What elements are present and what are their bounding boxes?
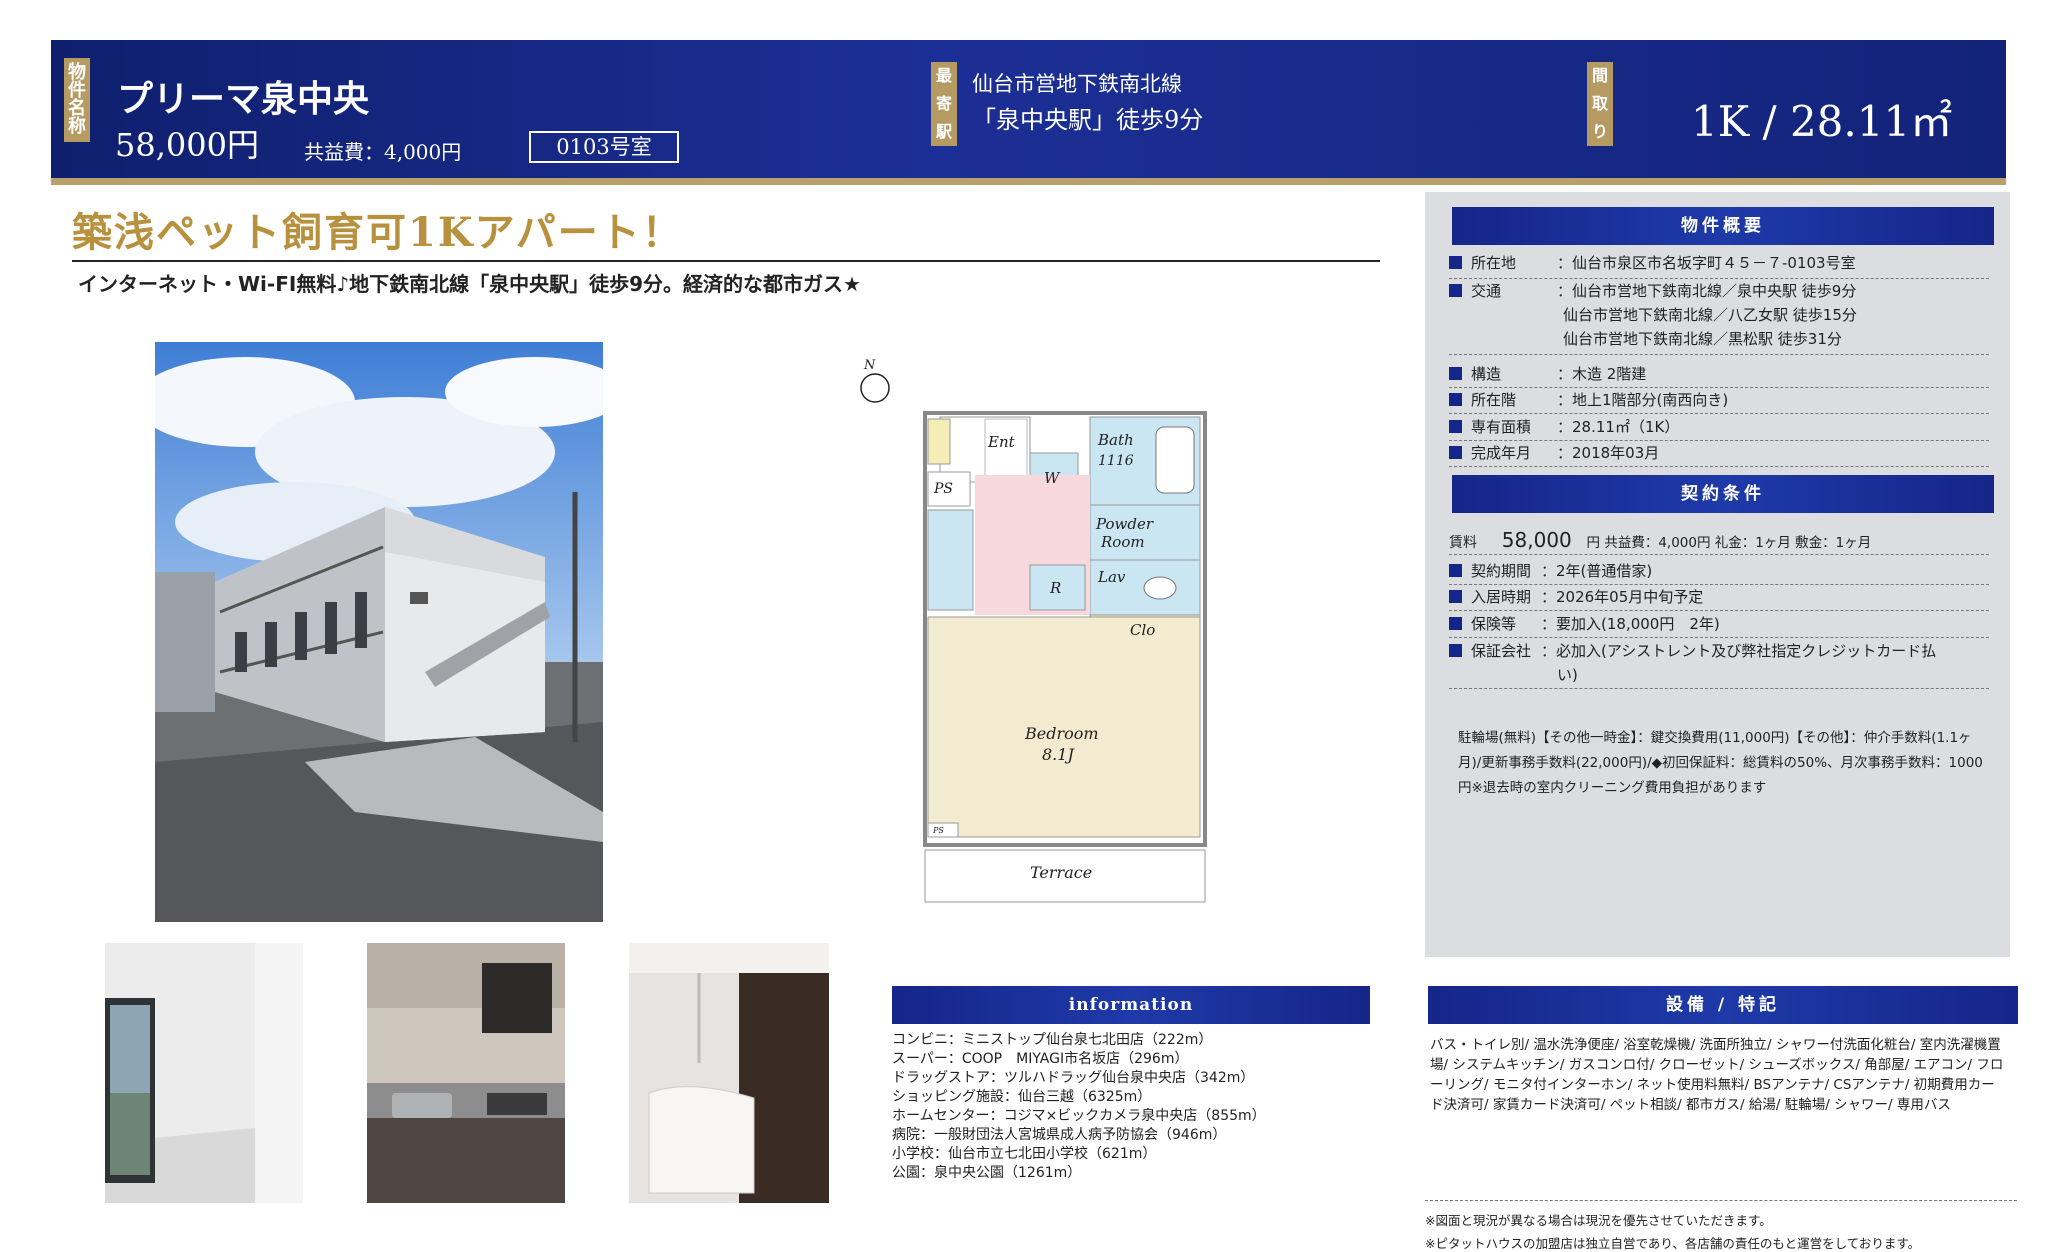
fp-ps-small: PS: [932, 826, 944, 835]
bullet-icon: [1449, 367, 1462, 380]
features-title: 設備 / 特記: [1428, 986, 2018, 1024]
fp-terrace: Terrace: [1030, 863, 1092, 882]
list-item: ショッピング施設：仙台三越（6325m）: [892, 1089, 1152, 1105]
line-name: 仙台市営地下鉄南北線: [972, 72, 1182, 96]
contract-row: 契約期間 ：2年(普通借家): [1449, 560, 1989, 585]
features-text: バス・トイレ別/ 温水洗浄便座/ 浴室乾燥機/ 洗面所独立/ シャワー付洗面化粧…: [1430, 1037, 2004, 1113]
name-tag: 物件名称: [64, 58, 90, 142]
fp-ent: Ent: [987, 433, 1016, 451]
layout-size: 1K / 28.11㎡: [1691, 97, 1953, 146]
fp-bath: Bath: [1097, 431, 1134, 449]
information-list: コンビニ：ミニストップ仙台泉七北田店（222m） スーパー：COOP MIYAG…: [892, 1031, 1266, 1183]
summary-row: 完成年月 ：2018年03月: [1449, 442, 1989, 467]
room-photo: [105, 943, 303, 1203]
summary-row: 所在地 ：仙台市泉区市名坂字町４５－７-0103号室: [1449, 252, 1989, 279]
header-banner: 物件名称 プリーマ泉中央 58,000円 共益費：4,000円 0103号室 最…: [51, 40, 2006, 185]
contract-rent-row: 賃料 58,000 円 共益費：4,000円 礼金：1ヶ月 敷金：1ヶ月: [1449, 528, 1989, 555]
property-name: プリーマ泉中央: [117, 78, 370, 120]
bathroom-photo: [629, 943, 829, 1203]
fp-r: R: [1049, 579, 1061, 597]
bullet-icon: [1449, 446, 1462, 459]
floor-plan: N Ent W PS Bath 1116 Powder Room Lav R C…: [840, 345, 1310, 905]
rent-amount: 58,000円: [115, 126, 259, 164]
bullet-icon: [1449, 564, 1462, 577]
bullet-icon: [1449, 393, 1462, 406]
summary-row: 構造 ：木造 2階建: [1449, 363, 1989, 388]
contract-title: 契約条件: [1452, 475, 1994, 513]
information-title: information: [892, 986, 1370, 1024]
list-item: コンビニ：ミニストップ仙台泉七北田店（222m）: [892, 1032, 1213, 1048]
bullet-icon: [1449, 590, 1462, 603]
fp-clo: Clo: [1130, 621, 1155, 639]
list-item: 小学校：仙台市立七北田小学校（621m）: [892, 1146, 1157, 1162]
summary-row: 交通 ：仙台市営地下鉄南北線／泉中央駅 徒歩9分 仙台市営地下鉄南北線／八乙女駅 徒…: [1449, 280, 1989, 355]
catch-headline: 築浅ペット飼育可1Kアパート！: [72, 209, 684, 256]
contract-row: 入居時期 ：2026年05月中旬予定: [1449, 586, 1989, 611]
contract-row: 保証会社 ：必加入(アシストレント及び弊社指定クレジットカード払 い): [1449, 640, 1989, 689]
summary-title: 物件概要: [1452, 207, 1994, 245]
north-arrow-icon: [860, 373, 890, 403]
contract-notes: 駐輪場(無料)【その他一時金】：鍵交換費用(11,000円)【その他】：仲介手数…: [1458, 730, 1983, 796]
list-item: ホームセンター：コジマ×ビックカメラ泉中央店（855m）: [892, 1108, 1266, 1124]
common-fee: 共益費：4,000円: [304, 140, 462, 164]
bullet-icon: [1449, 617, 1462, 630]
fp-bedroom: Bedroom: [1024, 724, 1099, 743]
station-walk: 「泉中央駅」徒歩9分: [972, 106, 1204, 134]
exterior-photo: [155, 342, 603, 922]
fp-room: Room: [1100, 533, 1145, 551]
kitchen-photo: [367, 943, 565, 1203]
headline-divider: [72, 260, 1380, 262]
fp-w: W: [1044, 469, 1061, 487]
fp-bath-size: 1116: [1098, 453, 1134, 469]
bullet-icon: [1449, 644, 1462, 657]
contract-row: 保険等 ：要加入(18,000円 2年): [1449, 613, 1989, 638]
bullet-icon: [1449, 420, 1462, 433]
north-label: N: [863, 358, 876, 373]
list-item: ドラッグストア：ツルハドラッグ仙台泉中央店（342m）: [892, 1070, 1255, 1086]
station-tag: 最寄駅: [931, 62, 957, 146]
fp-bedroom-size: 8.1J: [1042, 745, 1075, 764]
summary-row: 所在階 ：地上1階部分(南西向き): [1449, 389, 1989, 414]
fp-powder: Powder: [1095, 515, 1154, 533]
catch-subline: インターネット・Wi-FI無料♪地下鉄南北線「泉中央駅」徒歩9分。経済的な都市ガ…: [78, 272, 861, 296]
bullet-icon: [1449, 284, 1462, 297]
contract-rent-value: 58,000: [1501, 528, 1572, 552]
bullet-icon: [1449, 256, 1462, 269]
disclaimer-divider: [1425, 1200, 2017, 1201]
disclaimer: ※図面と現況が異なる場合は現況を優先させていただきます。 ※ピタットハウスの加盟…: [1425, 1213, 1921, 1251]
fp-lav: Lav: [1097, 568, 1126, 586]
list-item: 病院：一般財団法人宮城県成人病予防協会（946m）: [892, 1127, 1227, 1143]
layout-tag: 間取り: [1587, 62, 1613, 146]
list-item: スーパー：COOP MIYAGI市名坂店（296m）: [892, 1051, 1189, 1067]
fp-ps: PS: [933, 481, 953, 497]
summary-row: 専有面積 ：28.11㎡（1K）: [1449, 416, 1989, 441]
room-number: 0103号室: [529, 131, 679, 163]
list-item: 公園：泉中央公園（1261m）: [892, 1165, 1082, 1181]
